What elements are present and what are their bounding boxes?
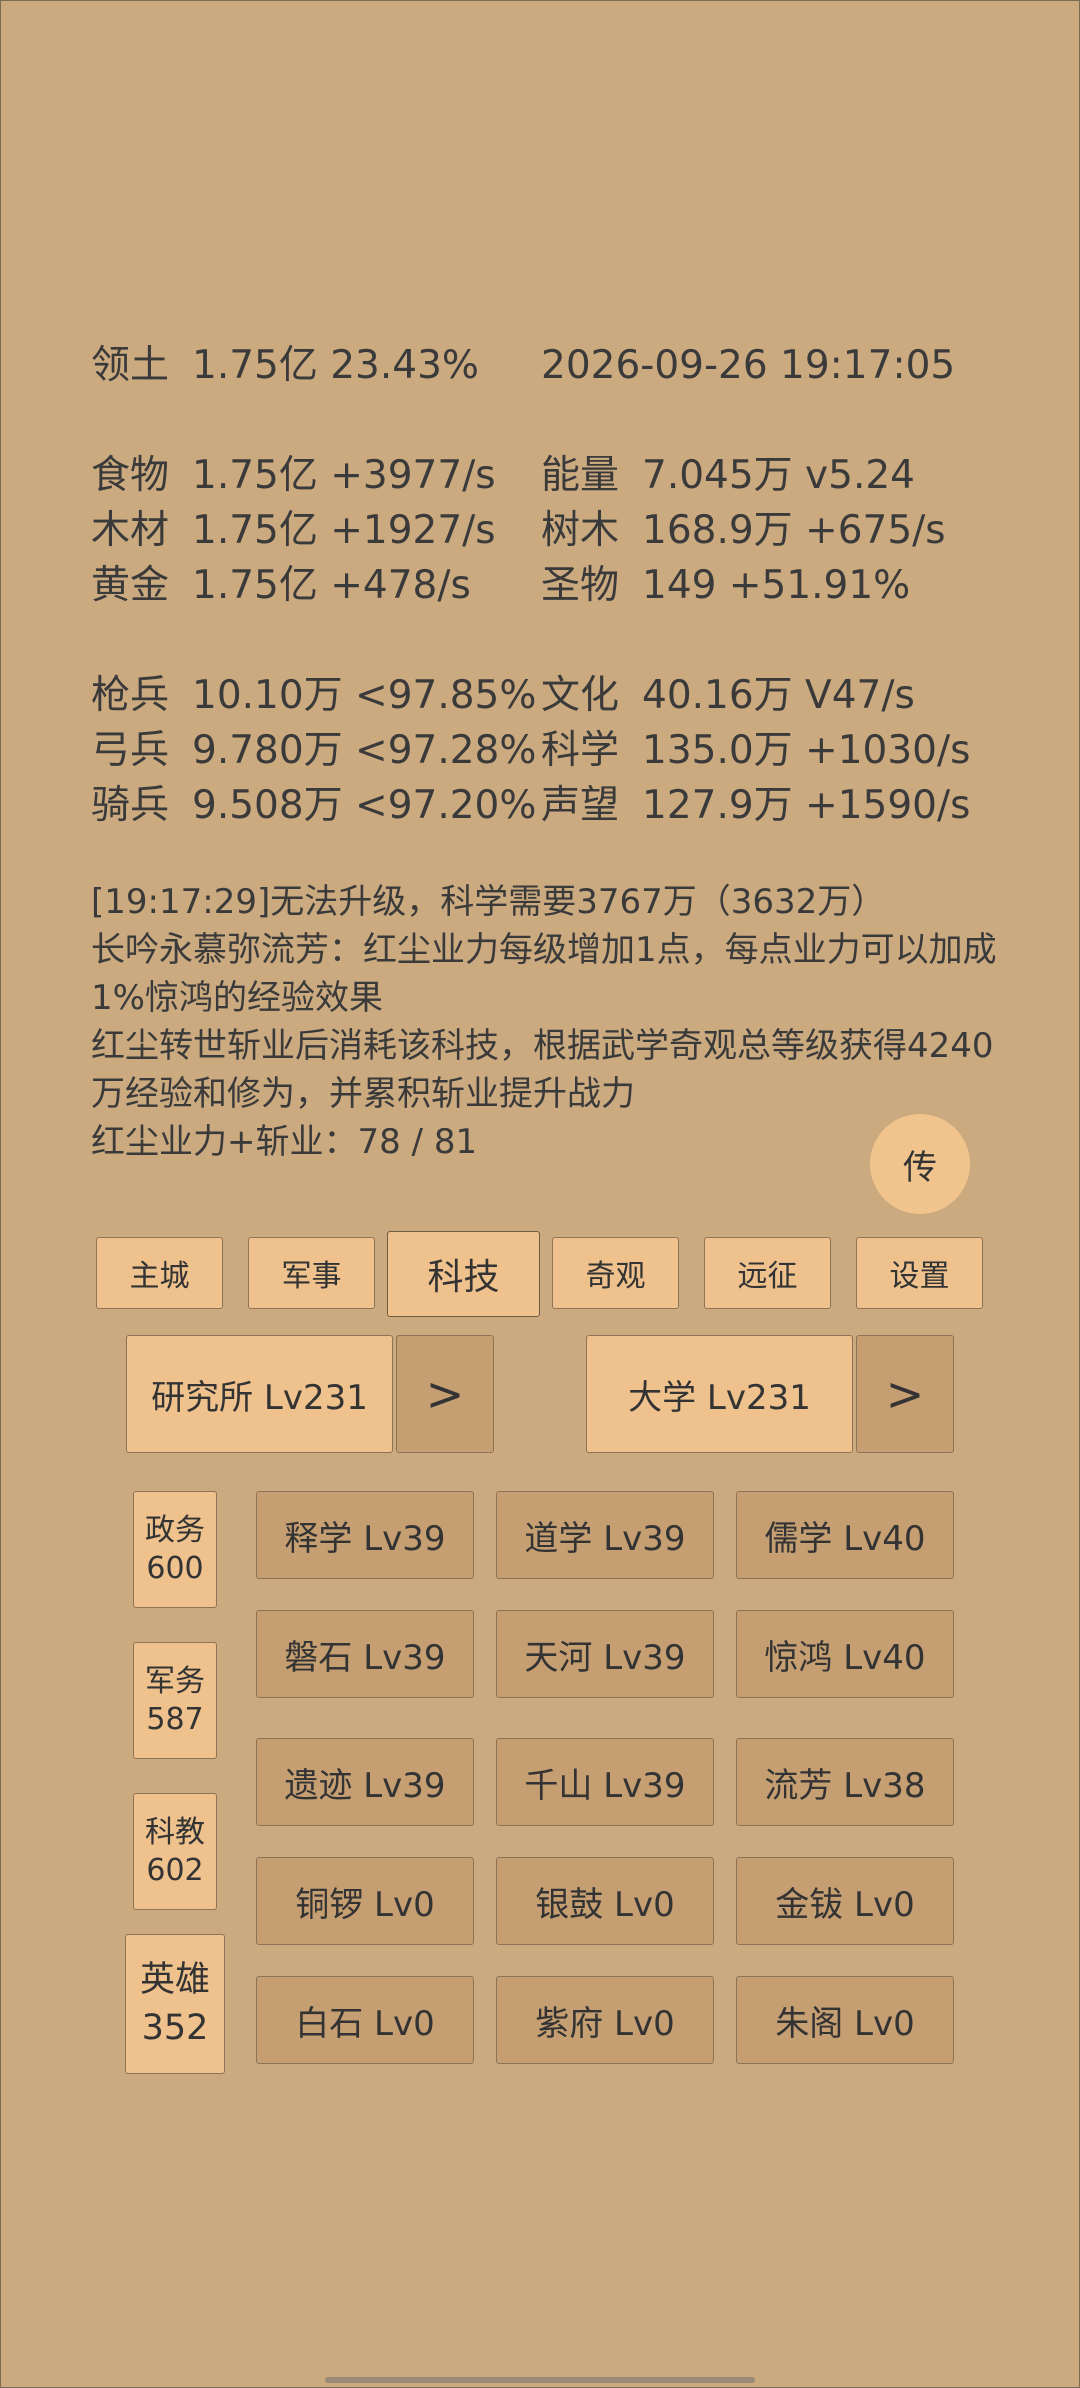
chuan-button[interactable]: 传 [870, 1114, 970, 1214]
territory-value: 1.75亿 23.43% [192, 343, 479, 388]
tech-button[interactable]: 道学 Lv39 [496, 1491, 714, 1579]
stat-label: 文化 [541, 673, 620, 718]
tech-button[interactable]: 白石 Lv0 [256, 1976, 474, 2064]
home-indicator[interactable] [325, 2377, 755, 2383]
tech-button[interactable]: 朱阁 Lv0 [736, 1976, 954, 2064]
troop-label: 枪兵 [91, 673, 170, 718]
resource-wood: 木材 1.75亿 +1927/s [91, 503, 496, 558]
tech-button[interactable]: 铜锣 Lv0 [256, 1857, 474, 1945]
tech-button[interactable]: 紫府 Lv0 [496, 1976, 714, 2064]
tech-button[interactable]: 千山 Lv39 [496, 1738, 714, 1826]
territory-row: 领土 1.75亿 23.43% [91, 338, 479, 393]
category-name: 政务 [145, 1512, 205, 1548]
resource-label: 树木 [541, 508, 620, 553]
tech-button[interactable]: 磐石 Lv39 [256, 1610, 474, 1698]
category-military[interactable]: 军务 587 [133, 1642, 217, 1759]
stat-value: 127.9万 +1590/s [642, 783, 971, 828]
troop-value: 9.780万 <97.28% [192, 728, 537, 773]
category-name: 科教 [145, 1814, 205, 1850]
troop-archers: 弓兵 9.780万 <97.28% [91, 723, 536, 778]
resource-value: 1.75亿 +3977/s [192, 453, 496, 498]
resource-value: 7.045万 v5.24 [642, 453, 915, 498]
datetime: 2026-09-26 19:17:05 [541, 343, 956, 388]
tech-button[interactable]: 天河 Lv39 [496, 1610, 714, 1698]
resource-label: 圣物 [541, 563, 620, 608]
category-value: 600 [146, 1550, 204, 1586]
resource-food: 食物 1.75亿 +3977/s [91, 448, 496, 503]
category-hero[interactable]: 英雄 352 [125, 1934, 225, 2074]
tech-button[interactable]: 惊鸿 Lv40 [736, 1610, 954, 1698]
resource-relics: 圣物 149 +51.91% [541, 558, 910, 613]
tech-effect: 红尘转世斩业后消耗该科技，根据武学奇观总等级获得4240万经验和修为，并累积斩业… [91, 1026, 994, 1114]
stat-label: 科学 [541, 728, 620, 773]
tech-button[interactable]: 流芳 Lv38 [736, 1738, 954, 1826]
category-value: 587 [146, 1701, 204, 1737]
category-value: 602 [146, 1852, 204, 1888]
category-name: 英雄 [139, 1960, 210, 2000]
troop-value: 10.10万 <97.85% [192, 673, 537, 718]
tech-button[interactable]: 释学 Lv39 [256, 1491, 474, 1579]
resource-energy: 能量 7.045万 v5.24 [541, 448, 915, 503]
resource-value: 1.75亿 +478/s [192, 563, 471, 608]
log-message: [19:17:29]无法升级，科学需要3767万（3632万） [91, 882, 886, 922]
troop-label: 骑兵 [91, 783, 170, 828]
tab-wonders[interactable]: 奇观 [552, 1237, 679, 1309]
stat-value: 135.0万 +1030/s [642, 728, 971, 773]
troop-value: 9.508万 <97.20% [192, 783, 537, 828]
tech-description: 长吟永慕弥流芳：红尘业力每级增加1点，每点业力可以加成1%惊鸿的经验效果 [91, 930, 997, 1018]
stat-value: 40.16万 V47/s [642, 673, 915, 718]
stat-label: 声望 [541, 783, 620, 828]
university-button[interactable]: 大学 Lv231 [586, 1335, 853, 1453]
institute-button[interactable]: 研究所 Lv231 [126, 1335, 393, 1453]
territory-label: 领土 [91, 343, 170, 388]
tech-button[interactable]: 儒学 Lv40 [736, 1491, 954, 1579]
resource-label: 食物 [91, 453, 170, 498]
category-politics[interactable]: 政务 600 [133, 1491, 217, 1608]
resource-value: 1.75亿 +1927/s [192, 508, 496, 553]
troop-spearmen: 枪兵 10.10万 <97.85% [91, 668, 536, 723]
category-education[interactable]: 科教 602 [133, 1793, 217, 1910]
stat-prestige: 声望 127.9万 +1590/s [541, 778, 970, 833]
category-value: 352 [141, 2008, 209, 2048]
stat-science: 科学 135.0万 +1030/s [541, 723, 970, 778]
karma-progress: 红尘业力+斩业：78 / 81 [91, 1122, 478, 1162]
troop-label: 弓兵 [91, 728, 170, 773]
resource-value: 149 +51.91% [642, 563, 911, 608]
resource-value: 168.9万 +675/s [642, 508, 946, 553]
tech-button[interactable]: 银鼓 Lv0 [496, 1857, 714, 1945]
message-log: [19:17:29]无法升级，科学需要3767万（3632万） 长吟永慕弥流芳：… [91, 878, 1001, 1166]
troop-cavalry: 骑兵 9.508万 <97.20% [91, 778, 536, 833]
stat-culture: 文化 40.16万 V47/s [541, 668, 915, 723]
resource-label: 能量 [541, 453, 620, 498]
tab-expedition[interactable]: 远征 [704, 1237, 831, 1309]
category-name: 军务 [145, 1663, 205, 1699]
institute-next-button[interactable]: > [396, 1335, 494, 1453]
tech-button[interactable]: 遗迹 Lv39 [256, 1738, 474, 1826]
tech-button[interactable]: 金钹 Lv0 [736, 1857, 954, 1945]
university-next-button[interactable]: > [856, 1335, 954, 1453]
resource-trees: 树木 168.9万 +675/s [541, 503, 946, 558]
resource-gold: 黄金 1.75亿 +478/s [91, 558, 471, 613]
tab-military[interactable]: 军事 [248, 1237, 375, 1309]
tab-main-city[interactable]: 主城 [96, 1237, 223, 1309]
tab-settings[interactable]: 设置 [856, 1237, 983, 1309]
resource-label: 黄金 [91, 563, 170, 608]
resource-label: 木材 [91, 508, 170, 553]
tab-technology[interactable]: 科技 [387, 1231, 540, 1317]
